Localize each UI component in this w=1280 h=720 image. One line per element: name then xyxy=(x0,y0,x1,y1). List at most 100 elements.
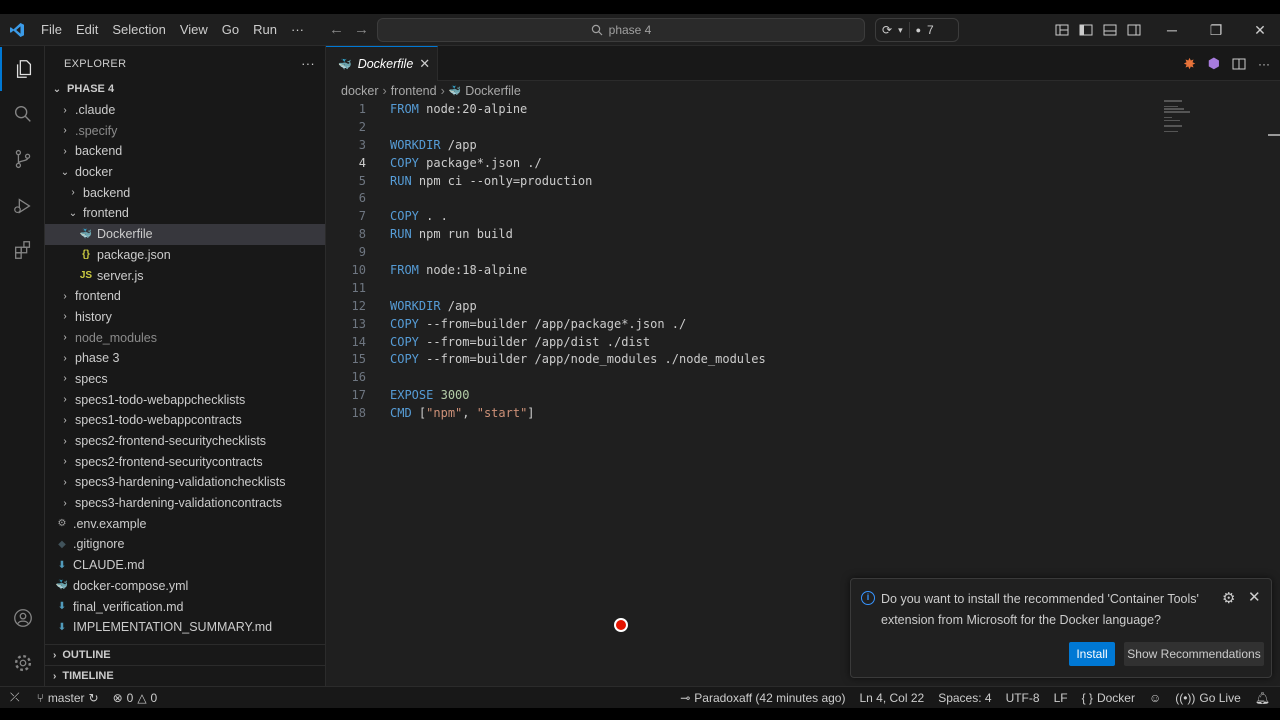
code-line[interactable]: 3 WORKDIR /app xyxy=(326,136,1280,154)
search-icon[interactable] xyxy=(0,92,45,136)
tree-file[interactable]: 🐳 Dockerfile xyxy=(45,223,325,245)
more-actions-icon[interactable]: ··· xyxy=(1258,57,1270,71)
branch-status[interactable]: ⑂ master ↻ xyxy=(30,687,106,709)
code-line[interactable]: 18 CMD ["npm", "start"] xyxy=(326,404,1280,422)
explorer-icon[interactable] xyxy=(0,47,45,91)
timeline-section[interactable]: › TIMELINE xyxy=(45,665,325,686)
tree-folder[interactable]: › history xyxy=(45,307,325,328)
toggle-panel-icon[interactable] xyxy=(1102,22,1118,38)
more-actions-icon[interactable]: ··· xyxy=(301,56,315,71)
close-window-icon[interactable]: ✕ xyxy=(1238,22,1280,39)
customize-layout-icon[interactable] xyxy=(1054,22,1070,38)
tree-folder[interactable]: › specs2-frontend-securitychecklists xyxy=(45,431,325,452)
menu-item-go[interactable]: Go xyxy=(215,14,246,46)
tree-file[interactable]: JS server.js xyxy=(45,265,325,286)
code-line[interactable]: 11 xyxy=(326,279,1280,297)
spark-icon[interactable]: ✸ xyxy=(1183,55,1196,73)
remote-indicator[interactable]: ⤫ xyxy=(0,687,30,709)
tree-folder[interactable]: ⌄ frontend xyxy=(45,203,325,224)
code-line[interactable]: 1 FROM node:20-alpine xyxy=(326,100,1280,118)
code-line[interactable]: 8 RUN npm run build xyxy=(326,225,1280,243)
back-arrow-icon[interactable]: ← xyxy=(329,21,344,38)
tree-file[interactable]: ⬇ IMPLEMENTATION_SUMMARY.md xyxy=(45,617,325,638)
code-line[interactable]: 2 xyxy=(326,118,1280,136)
close-tab-icon[interactable]: ✕ xyxy=(419,56,430,72)
code-line[interactable]: 4 COPY package*.json ./ xyxy=(326,154,1280,172)
tree-folder[interactable]: › specs2-frontend-securitycontracts xyxy=(45,451,325,472)
command-center-search[interactable]: phase 4 xyxy=(377,18,865,42)
menu-item-more[interactable]: ··· xyxy=(284,14,311,46)
outline-section[interactable]: › OUTLINE xyxy=(45,644,325,665)
code-editor[interactable]: 1 FROM node:20-alpine 2 3 WORKDIR /app 4 COPY … xyxy=(326,100,1280,422)
menu-item-selection[interactable]: Selection xyxy=(105,14,172,46)
code-line[interactable]: 13 COPY --from=builder /app/package*.json… xyxy=(326,315,1280,333)
cursor-position[interactable]: Ln 4, Col 22 xyxy=(852,687,931,709)
tree-file[interactable]: ⚙ .env.example xyxy=(45,513,325,534)
code-line[interactable]: 15 COPY --from=builder /app/node_modules … xyxy=(326,350,1280,368)
problems-status[interactable]: ⊗ 0 △ 0 xyxy=(106,687,165,709)
tree-folder[interactable]: › backend xyxy=(45,182,325,203)
end-of-line[interactable]: LF xyxy=(1047,687,1075,709)
notifications-bell-icon[interactable]: 🔔︎ xyxy=(1248,687,1280,709)
code-line[interactable]: 14 COPY --from=builder /app/dist ./dist xyxy=(326,333,1280,351)
tree-folder[interactable]: › node_modules xyxy=(45,327,325,348)
code-line[interactable]: 6 xyxy=(326,189,1280,207)
indentation[interactable]: Spaces: 4 xyxy=(931,687,998,709)
toggle-sidebar-icon[interactable] xyxy=(1078,22,1094,38)
accounts-icon[interactable] xyxy=(0,596,45,640)
breadcrumb-item[interactable]: frontend xyxy=(391,84,437,98)
copilot-status[interactable]: ☺ xyxy=(1142,687,1168,709)
chat-toggle[interactable]: ⟳ ▾ ● 7 xyxy=(875,18,959,42)
code-line[interactable]: 10 FROM node:18-alpine xyxy=(326,261,1280,279)
manage-gear-icon[interactable] xyxy=(0,641,45,685)
minimap[interactable] xyxy=(1164,100,1224,140)
encoding[interactable]: UTF-8 xyxy=(999,687,1047,709)
minimize-icon[interactable]: ─ xyxy=(1150,22,1194,38)
tree-folder[interactable]: › .claude xyxy=(45,100,325,121)
menu-item-view[interactable]: View xyxy=(173,14,215,46)
tree-folder[interactable]: › backend xyxy=(45,141,325,162)
extension-action-icon[interactable]: ⬢ xyxy=(1208,55,1220,72)
tree-folder[interactable]: › specs1-todo-webappchecklists xyxy=(45,389,325,410)
workspace-root[interactable]: ⌄ PHASE 4 xyxy=(45,79,325,100)
tree-folder[interactable]: ⌄ docker xyxy=(45,162,325,183)
split-editor-icon[interactable] xyxy=(1232,57,1246,71)
tree-folder[interactable]: › specs3-hardening-validationcontracts xyxy=(45,493,325,514)
tree-file[interactable]: ◆ .gitignore xyxy=(45,534,325,555)
forward-arrow-icon[interactable]: → xyxy=(354,21,369,38)
install-button[interactable]: Install xyxy=(1069,642,1115,666)
code-line[interactable]: 16 xyxy=(326,368,1280,386)
code-line[interactable]: 5 RUN npm ci --only=production xyxy=(326,172,1280,190)
code-line[interactable]: 12 WORKDIR /app xyxy=(326,297,1280,315)
code-line[interactable]: 17 EXPOSE 3000 xyxy=(326,386,1280,404)
source-control-icon[interactable] xyxy=(0,137,45,181)
menu-item-run[interactable]: Run xyxy=(246,14,284,46)
tree-file[interactable]: 🐳 docker-compose.yml xyxy=(45,576,325,597)
show-recommendations-button[interactable]: Show Recommendations xyxy=(1124,642,1264,666)
go-live-button[interactable]: ((•)) Go Live xyxy=(1168,687,1248,709)
code-line[interactable]: 9 xyxy=(326,243,1280,261)
tab-dockerfile[interactable]: 🐳 Dockerfile ✕ xyxy=(326,46,438,81)
tree-folder[interactable]: › frontend xyxy=(45,286,325,307)
code-line[interactable]: 7 COPY . . xyxy=(326,207,1280,225)
breadcrumb-item[interactable]: docker xyxy=(341,84,379,98)
tree-folder[interactable]: › specs3-hardening-validationchecklists xyxy=(45,472,325,493)
tree-folder[interactable]: › specs1-todo-webappcontracts xyxy=(45,410,325,431)
git-blame-status[interactable]: ⊸ Paradoxaff (42 minutes ago) xyxy=(673,687,852,709)
restore-icon[interactable]: ❐ xyxy=(1194,22,1238,39)
tree-folder[interactable]: › phase 3 xyxy=(45,348,325,369)
menu-item-file[interactable]: File xyxy=(34,14,69,46)
breadcrumb-item[interactable]: Dockerfile xyxy=(465,84,521,98)
menu-item-edit[interactable]: Edit xyxy=(69,14,105,46)
extensions-icon[interactable] xyxy=(0,228,45,272)
tree-folder[interactable]: › .specify xyxy=(45,120,325,141)
toggle-secondary-sidebar-icon[interactable] xyxy=(1126,22,1142,38)
language-mode[interactable]: { } Docker xyxy=(1075,687,1142,709)
close-icon[interactable]: ✕ xyxy=(1248,588,1261,606)
tree-folder[interactable]: › specs xyxy=(45,369,325,390)
run-debug-icon[interactable] xyxy=(0,184,45,228)
tree-file[interactable]: ⬇ final_verification.md xyxy=(45,596,325,617)
tree-file[interactable]: ⬇ CLAUDE.md xyxy=(45,555,325,576)
gear-icon[interactable]: ⚙ xyxy=(1222,589,1235,607)
tree-file[interactable]: {} package.json xyxy=(45,245,325,266)
